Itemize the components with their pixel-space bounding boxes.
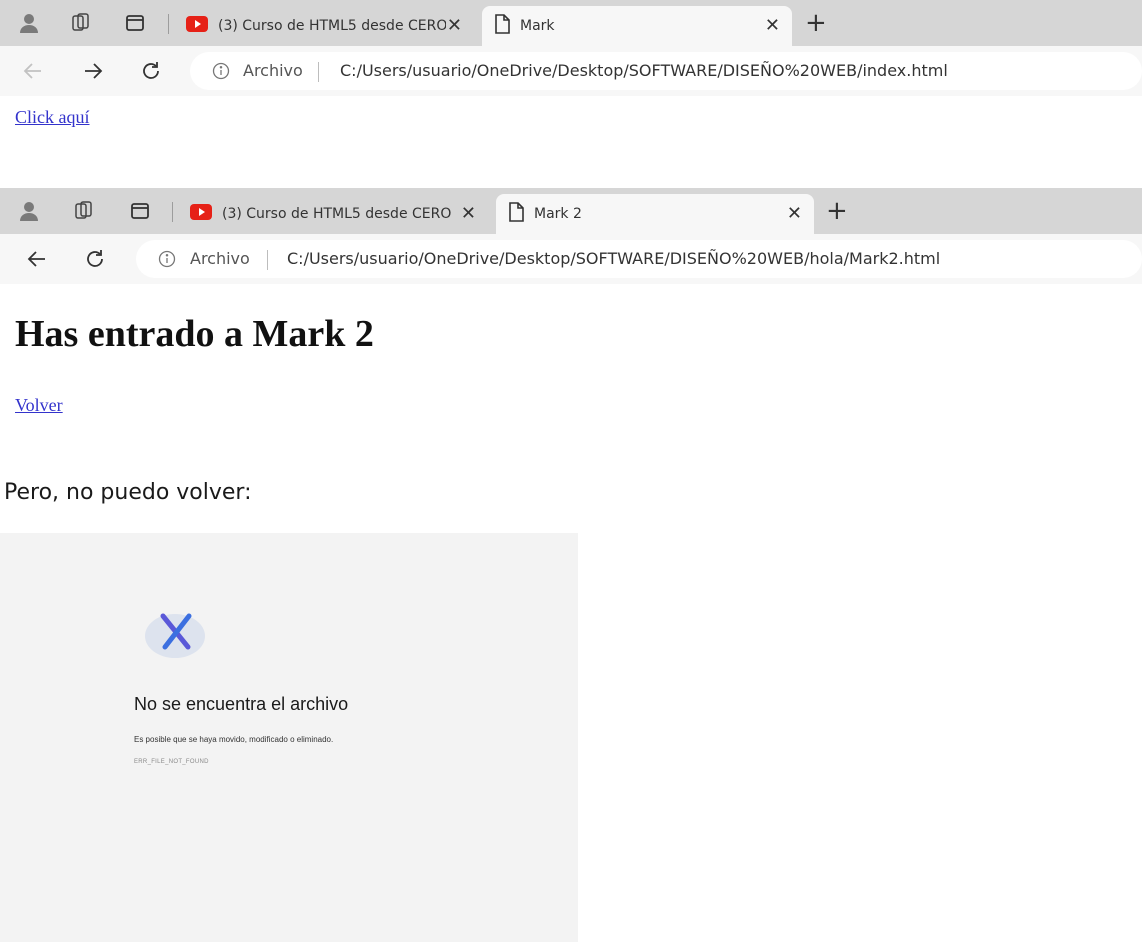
- omnibox-separator: [267, 250, 268, 270]
- volver-link[interactable]: Volver: [15, 395, 63, 416]
- close-tab-icon[interactable]: ✕: [765, 16, 780, 36]
- page-heading: Has entrado a Mark 2: [15, 313, 374, 355]
- new-tab-icon[interactable]: +: [826, 196, 848, 226]
- error-description: Es posible que se haya movido, modificad…: [134, 735, 334, 744]
- tab-title: Mark 2: [534, 206, 582, 222]
- workspaces-icon[interactable]: [69, 11, 93, 35]
- omnibox[interactable]: Archivo C:/Users/usuario/OneDrive/Deskto…: [190, 52, 1142, 90]
- url-text[interactable]: C:/Users/usuario/OneDrive/Desktop/SOFTWA…: [287, 249, 940, 268]
- forward-arrow-icon[interactable]: [80, 58, 106, 84]
- profile-icon[interactable]: [17, 11, 41, 35]
- page-icon: [508, 202, 524, 226]
- error-title: No se encuentra el archivo: [134, 694, 349, 714]
- omnibox[interactable]: Archivo C:/Users/usuario/OneDrive/Deskto…: [136, 240, 1142, 278]
- close-tab-icon[interactable]: ✕: [447, 16, 462, 36]
- refresh-icon[interactable]: [138, 58, 164, 84]
- tab-strip: (3) Curso de HTML5 desde CERO ✕ Mark ✕ +: [0, 0, 1142, 46]
- browser-window-mark2: (3) Curso de HTML5 desde CERO ✕ Mark 2 ✕…: [0, 188, 1142, 455]
- tab-mark-2[interactable]: Mark 2 ✕: [496, 194, 814, 234]
- file-not-found-page: No se encuentra el archivo Es posible qu…: [0, 533, 578, 942]
- tab-strip: (3) Curso de HTML5 desde CERO ✕ Mark 2 ✕…: [0, 188, 1142, 234]
- info-icon[interactable]: [158, 250, 176, 268]
- youtube-icon: [190, 204, 212, 224]
- youtube-icon: [186, 16, 208, 36]
- browser-window-index: (3) Curso de HTML5 desde CERO ✕ Mark ✕ +…: [0, 0, 1142, 175]
- caption-text: Pero, no puedo volver:: [4, 480, 252, 505]
- tab-actions-icon[interactable]: [128, 199, 152, 223]
- back-arrow-icon[interactable]: [24, 246, 50, 272]
- tab-separator: [172, 202, 173, 222]
- tab-curso-html5[interactable]: (3) Curso de HTML5 desde CERO ✕: [174, 6, 474, 46]
- close-tab-icon[interactable]: ✕: [787, 204, 802, 224]
- profile-icon[interactable]: [17, 199, 41, 223]
- workspaces-icon[interactable]: [72, 199, 96, 223]
- page-content: Has entrado a Mark 2 Volver: [0, 284, 1142, 455]
- back-arrow-icon[interactable]: [20, 58, 46, 84]
- page-content: Click aquí: [0, 96, 1142, 175]
- file-scheme-label: Archivo: [190, 249, 250, 268]
- tab-actions-icon[interactable]: [123, 11, 147, 35]
- tab-curso-html5[interactable]: (3) Curso de HTML5 desde CERO ✕: [178, 194, 488, 234]
- tab-title: (3) Curso de HTML5 desde CERO: [222, 206, 452, 222]
- tab-mark[interactable]: Mark ✕: [482, 6, 792, 46]
- address-bar: Archivo C:/Users/usuario/OneDrive/Deskto…: [0, 46, 1142, 96]
- close-tab-icon[interactable]: ✕: [461, 204, 476, 224]
- tab-title: Mark: [520, 18, 555, 34]
- tab-separator: [168, 14, 169, 34]
- click-here-link[interactable]: Click aquí: [15, 107, 90, 128]
- page-icon: [494, 14, 510, 38]
- info-icon[interactable]: [212, 62, 230, 80]
- error-code: ERR_FILE_NOT_FOUND: [134, 759, 209, 765]
- tab-title: (3) Curso de HTML5 desde CERO: [218, 18, 446, 34]
- refresh-icon[interactable]: [82, 246, 108, 272]
- address-bar: Archivo C:/Users/usuario/OneDrive/Deskto…: [0, 234, 1142, 284]
- omnibox-separator: [318, 62, 319, 82]
- url-text[interactable]: C:/Users/usuario/OneDrive/Desktop/SOFTWA…: [340, 61, 948, 80]
- file-scheme-label: Archivo: [243, 61, 303, 80]
- new-tab-icon[interactable]: +: [805, 8, 827, 38]
- error-x-icon: [141, 606, 209, 668]
